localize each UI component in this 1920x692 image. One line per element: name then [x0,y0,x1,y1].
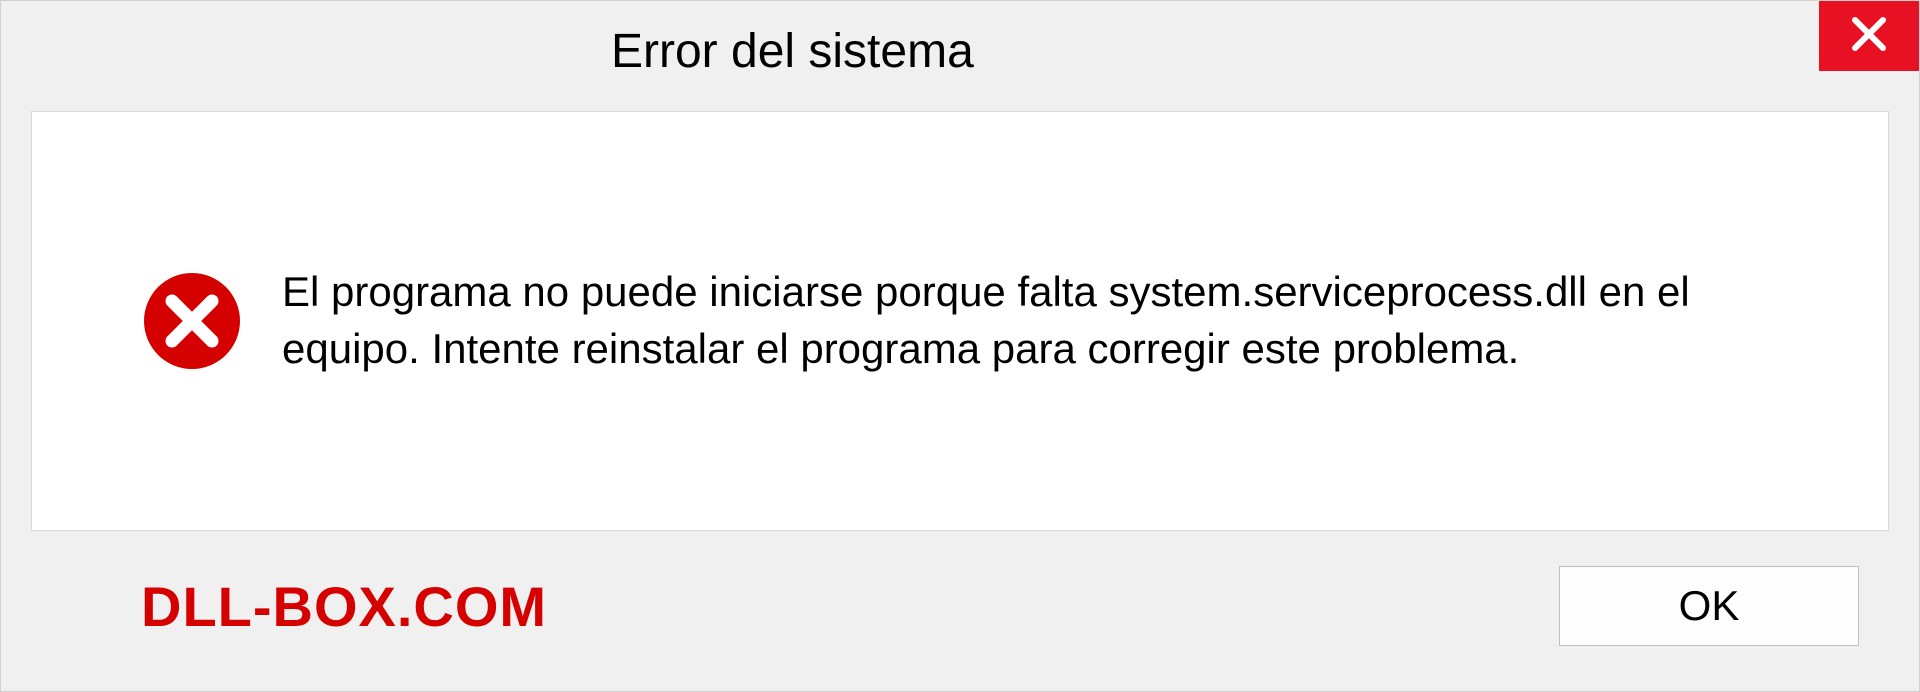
error-message: El programa no puede iniciarse porque fa… [282,264,1828,377]
watermark-text: DLL-BOX.COM [141,574,547,639]
content-area: El programa no puede iniciarse porque fa… [31,111,1889,531]
footer: DLL-BOX.COM OK [1,541,1919,671]
close-button[interactable] [1819,1,1919,71]
ok-button[interactable]: OK [1559,566,1859,646]
titlebar: Error del sistema [1,1,1919,101]
close-icon [1849,14,1889,59]
dialog-title: Error del sistema [611,24,974,79]
error-dialog: Error del sistema El programa no puede i… [0,0,1920,692]
error-icon [142,271,242,371]
